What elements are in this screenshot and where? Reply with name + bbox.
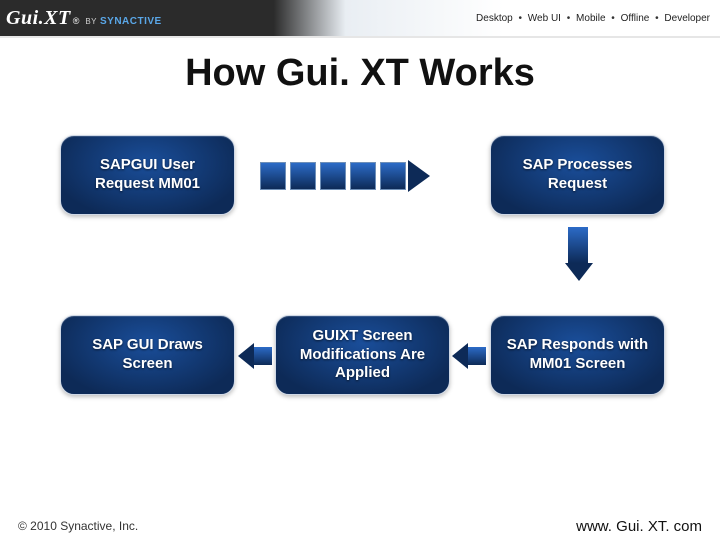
flow-step-sapgui-draws: SAP GUI Draws Screen bbox=[60, 315, 235, 395]
arrow-right-icon bbox=[260, 161, 460, 191]
nav-separator: • bbox=[608, 13, 618, 24]
flow-diagram: SAPGUI User Request MM01 SAP Processes R… bbox=[0, 115, 720, 475]
nav-item-webui[interactable]: Web UI bbox=[528, 13, 561, 24]
arrow-left-icon bbox=[452, 343, 488, 369]
top-nav: Desktop • Web UI • Mobile • Offline • De… bbox=[476, 13, 710, 24]
brand-logo: Gui.XT ® BY SYNACTIVE bbox=[6, 7, 162, 30]
flow-step-sap-processes: SAP Processes Request bbox=[490, 135, 665, 215]
brand-name: Gui.XT bbox=[6, 7, 71, 30]
page-title: How Gui. XT Works bbox=[0, 52, 720, 95]
brand-company: SYNACTIVE bbox=[100, 16, 162, 27]
nav-item-developer[interactable]: Developer bbox=[664, 13, 710, 24]
flow-step-user-request: SAPGUI User Request MM01 bbox=[60, 135, 235, 215]
flow-step-guixt-mods: GUIXT Screen Modifications Are Applied bbox=[275, 315, 450, 395]
brand-by: BY bbox=[85, 17, 97, 26]
footer-bar: © 2010 Synactive, Inc. www. Gui. XT. com bbox=[0, 512, 720, 540]
arrow-down-icon bbox=[565, 227, 591, 287]
footer-copyright: © 2010 Synactive, Inc. bbox=[18, 519, 138, 533]
nav-separator: • bbox=[652, 13, 662, 24]
nav-item-desktop[interactable]: Desktop bbox=[476, 13, 513, 24]
footer-url: www. Gui. XT. com bbox=[576, 518, 702, 535]
arrow-left-icon bbox=[238, 343, 274, 369]
nav-item-offline[interactable]: Offline bbox=[621, 13, 650, 24]
nav-separator: • bbox=[516, 13, 526, 24]
title-area: How Gui. XT Works bbox=[0, 38, 720, 115]
nav-separator: • bbox=[564, 13, 574, 24]
brand-registered: ® bbox=[73, 16, 80, 26]
nav-item-mobile[interactable]: Mobile bbox=[576, 13, 605, 24]
header-bar: Gui.XT ® BY SYNACTIVE Desktop • Web UI •… bbox=[0, 0, 720, 38]
flow-step-sap-responds: SAP Responds with MM01 Screen bbox=[490, 315, 665, 395]
